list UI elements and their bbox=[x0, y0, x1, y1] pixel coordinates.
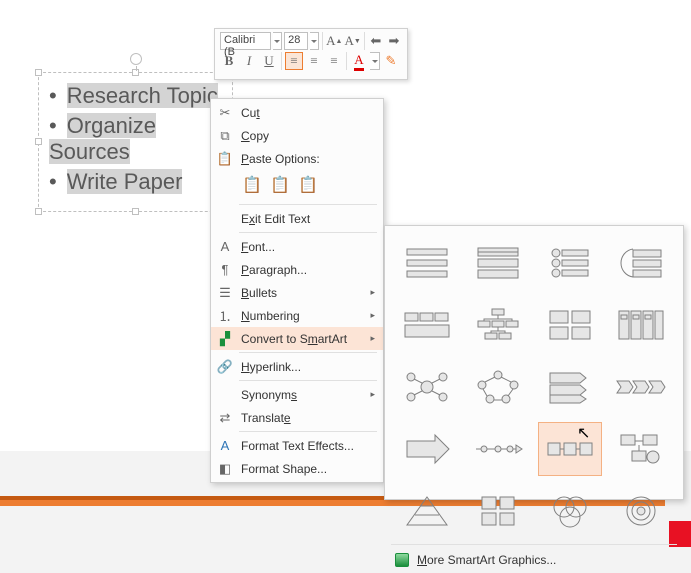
menu-cut[interactable]: ✂ Cut bbox=[211, 101, 383, 124]
smartart-thumb-grid-list[interactable] bbox=[538, 298, 602, 352]
resize-handle[interactable] bbox=[132, 208, 139, 215]
menu-format-text-effects[interactable]: A Format Text Effects... bbox=[211, 434, 383, 457]
font-name-combo[interactable]: Calibri (B bbox=[220, 32, 271, 50]
format-shape-icon: ◧ bbox=[217, 461, 233, 477]
align-left-button[interactable]: ≡ bbox=[285, 52, 303, 70]
smartart-thumb-target[interactable] bbox=[610, 484, 674, 538]
menu-convert-to-smartart[interactable]: ▞ Convert to SmartArt bbox=[211, 327, 383, 350]
smartart-icon bbox=[395, 553, 409, 567]
menu-font[interactable]: A Font... bbox=[211, 235, 383, 258]
smartart-thumb-venn[interactable] bbox=[538, 484, 602, 538]
resize-handle[interactable] bbox=[35, 69, 42, 76]
underline-button[interactable]: U bbox=[260, 52, 278, 70]
rotate-handle[interactable] bbox=[130, 53, 142, 65]
increase-indent-button[interactable]: ➡ bbox=[386, 32, 402, 50]
menu-exit-edit-text[interactable]: Exit Edit Text bbox=[211, 207, 383, 230]
smartart-thumb-horizontal-list[interactable] bbox=[395, 298, 459, 352]
align-center-button[interactable]: ≡ bbox=[305, 52, 323, 70]
smartart-thumb-vertical-block-list[interactable] bbox=[395, 236, 459, 290]
smartart-thumb-vertical-picture-list[interactable] bbox=[610, 298, 674, 352]
menu-translate[interactable]: ⇄ Translate bbox=[211, 406, 383, 429]
text-placeholder[interactable]: Research Topic Organize Sources Write Pa… bbox=[38, 72, 233, 212]
smartart-thumb-radial-cluster[interactable] bbox=[395, 360, 459, 414]
menu-paste-options: 📋 Paste Options: bbox=[211, 147, 383, 170]
text-effects-icon: A bbox=[217, 438, 233, 454]
paste-keep-source-icon[interactable]: 📋 bbox=[241, 174, 263, 196]
blank-icon bbox=[217, 387, 233, 403]
smartart-thumb-matrix[interactable] bbox=[467, 484, 531, 538]
menu-format-shape[interactable]: ◧ Format Shape... bbox=[211, 457, 383, 480]
hyperlink-icon: 🔗 bbox=[217, 359, 233, 375]
smartart-gallery: More SmartArt Graphics... bbox=[384, 225, 684, 500]
menu-synonyms[interactable]: Synonyms bbox=[211, 383, 383, 406]
list-item: Research Topic bbox=[49, 81, 222, 111]
paste-icon: 📋 bbox=[217, 151, 233, 167]
paste-text-only-icon[interactable]: 📋 bbox=[297, 174, 319, 196]
smartart-thumb-picture-accent-process[interactable] bbox=[610, 422, 674, 476]
resize-handle[interactable] bbox=[35, 208, 42, 215]
smartart-thumb-basic-process-arrow[interactable] bbox=[395, 422, 459, 476]
menu-copy[interactable]: ⧉ Copy bbox=[211, 124, 383, 147]
bold-button[interactable]: B bbox=[220, 52, 238, 70]
smartart-icon: ▞ bbox=[217, 331, 233, 347]
bullet-list[interactable]: Research Topic Organize Sources Write Pa… bbox=[49, 81, 222, 197]
menu-bullets[interactable]: ☰ Bullets bbox=[211, 281, 383, 304]
italic-button[interactable]: I bbox=[240, 52, 258, 70]
resize-handle[interactable] bbox=[35, 138, 42, 145]
bullets-icon: ☰ bbox=[217, 285, 233, 301]
list-item: Organize Sources bbox=[49, 111, 222, 167]
more-smartart-graphics[interactable]: More SmartArt Graphics... bbox=[385, 547, 683, 573]
copy-icon: ⧉ bbox=[217, 128, 233, 144]
blank-icon bbox=[217, 211, 233, 227]
list-item: Write Paper bbox=[49, 167, 222, 197]
menu-hyperlink[interactable]: 🔗 Hyperlink... bbox=[211, 355, 383, 378]
smartart-thumb-table-list[interactable] bbox=[610, 236, 674, 290]
align-right-button[interactable]: ≡ bbox=[325, 52, 343, 70]
smartart-thumb-vertical-chevron-list[interactable] bbox=[538, 360, 602, 414]
smartart-thumb-chevron-list[interactable] bbox=[610, 360, 674, 414]
grow-font-button[interactable]: A▲ bbox=[326, 32, 342, 50]
shrink-font-button[interactable]: A▼ bbox=[344, 32, 360, 50]
font-color-dropdown[interactable] bbox=[370, 52, 380, 70]
paste-options-row: 📋 📋 📋 bbox=[211, 170, 383, 202]
font-size-dropdown[interactable] bbox=[310, 32, 319, 50]
font-name-dropdown[interactable] bbox=[273, 32, 282, 50]
scissors-icon: ✂ bbox=[217, 105, 233, 121]
paste-merge-icon[interactable]: 📋 bbox=[269, 174, 291, 196]
font-color-button[interactable]: A bbox=[350, 52, 368, 70]
font-size-combo[interactable]: 28 bbox=[284, 32, 308, 50]
smartart-thumb-horizontal-bullet-list[interactable] bbox=[538, 236, 602, 290]
menu-paragraph[interactable]: ¶ Paragraph... bbox=[211, 258, 383, 281]
font-icon: A bbox=[217, 239, 233, 255]
numbering-icon: ⒈ bbox=[217, 308, 233, 324]
translate-icon: ⇄ bbox=[217, 410, 233, 426]
menu-numbering[interactable]: ⒈ Numbering bbox=[211, 304, 383, 327]
smartart-thumb-cycle[interactable] bbox=[467, 360, 531, 414]
context-menu: ✂ Cut ⧉ Copy 📋 Paste Options: 📋 📋 📋 Exit… bbox=[210, 98, 384, 483]
mini-toolbar: Calibri (B 28 A▲ A▼ ⬅ ➡ B I U ≡ ≡ ≡ A ✎ bbox=[214, 28, 408, 80]
decrease-indent-button[interactable]: ⬅ bbox=[368, 32, 384, 50]
smartart-thumb-pyramid[interactable] bbox=[395, 484, 459, 538]
smartart-thumb-vertical-box-list[interactable] bbox=[467, 236, 531, 290]
paragraph-icon: ¶ bbox=[217, 262, 233, 278]
smartart-thumb-continuous-block-process[interactable] bbox=[467, 422, 531, 476]
format-painter-button[interactable]: ✎ bbox=[382, 52, 400, 70]
smartart-thumb-basic-process[interactable] bbox=[538, 422, 602, 476]
smartart-thumb-hierarchy[interactable] bbox=[467, 298, 531, 352]
